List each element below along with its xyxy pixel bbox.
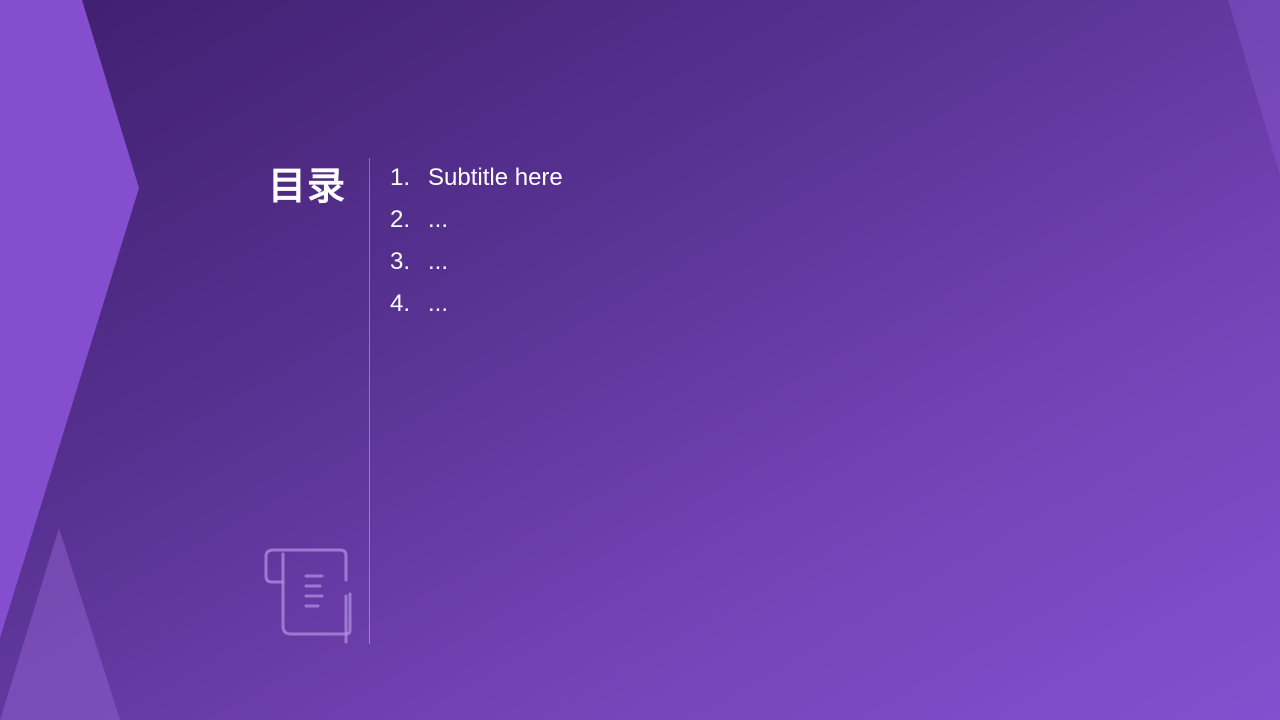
toc-item-4[interactable]: 4. ... xyxy=(390,283,563,325)
toc-item-1[interactable]: 1. Subtitle here xyxy=(390,157,563,199)
toc-item-number: 3. xyxy=(390,248,411,275)
toc-item-label: Subtitle here xyxy=(428,164,563,191)
table-of-contents: 1. Subtitle here 2. ... 3. ... 4. ... xyxy=(390,157,563,325)
toc-item-2[interactable]: 2. ... xyxy=(390,199,563,241)
toc-item-number: 2. xyxy=(390,206,411,233)
scroll-document-icon xyxy=(264,548,352,644)
toc-item-3[interactable]: 3. ... xyxy=(390,241,563,283)
top-right-shape xyxy=(1228,0,1280,175)
left-arrow-shape xyxy=(0,0,139,638)
toc-item-number: 4. xyxy=(390,290,411,317)
toc-item-label: ... xyxy=(428,290,449,317)
toc-item-label: ... xyxy=(428,248,449,275)
toc-item-label: ... xyxy=(428,206,449,233)
toc-item-number: 1. xyxy=(390,164,411,191)
slide: 目录 1. Subtitle here 2. ... 3. ... 4. ... xyxy=(0,0,1280,720)
slide-title: 目录 xyxy=(267,164,346,208)
background-shapes xyxy=(0,0,1280,720)
vertical-divider xyxy=(369,158,370,644)
